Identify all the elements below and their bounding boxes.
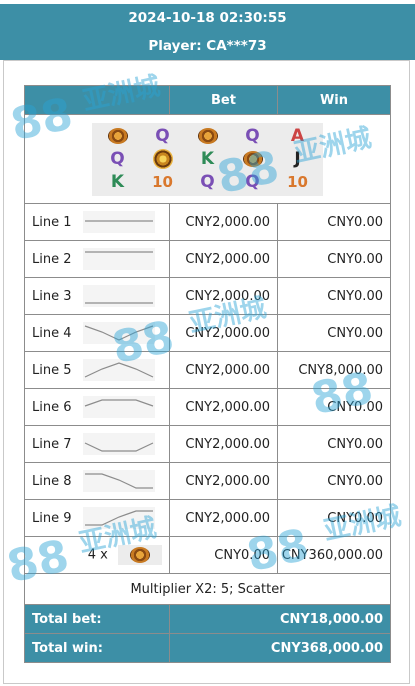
multiplier-text: Multiplier X2: 5; Scatter [24,573,391,605]
line-row: Line 1 CNY2,000.00 CNY0.00 [24,203,391,241]
q-symbol: Q [155,126,170,146]
line-label: Line 5 [24,351,83,389]
scatter-win: CNY360,000.00 [277,536,391,574]
line-bet: CNY2,000.00 [169,499,278,537]
payline-pattern [83,499,170,537]
line-label: Line 4 [24,314,83,352]
line-row: Line 3 CNY2,000.00 CNY0.00 [24,277,391,315]
line-win: CNY0.00 [277,499,391,537]
line-bet: CNY2,000.00 [169,203,278,241]
line-bet: CNY2,000.00 [169,240,278,278]
line-row: Line 5 CNY2,000.00 CNY8,000.00 [24,351,391,389]
line-row: Line 6 CNY2,000.00 CNY0.00 [24,388,391,426]
coin-symbol-icon [230,148,275,171]
payline-icon [83,285,155,307]
line-win: CNY0.00 [277,314,391,352]
win-column-header: Win [277,85,391,115]
total-win-row: Total win: CNY368,000.00 [24,633,391,663]
line-label: Line 8 [24,462,83,500]
ten-symbol: 10 [152,173,173,191]
payline-icon [83,248,155,270]
coin-symbol-icon [95,125,140,148]
multiplier-row: Multiplier X2: 5; Scatter [24,573,391,605]
line-win: CNY0.00 [277,462,391,500]
k-symbol: K [110,172,125,192]
line-row: Line 7 CNY2,000.00 CNY0.00 [24,425,391,463]
line-label: Line 6 [24,388,83,426]
line-bet: CNY2,000.00 [169,425,278,463]
blank-header-cell [24,85,170,115]
payline-icon [83,211,155,233]
payline-pattern [83,277,170,315]
q-symbol: Q [245,172,260,192]
scatter-symbol-icon [118,545,162,565]
scatter-row: 4 x CNY0.00 CNY360,000.00 [24,536,391,574]
payline-pattern [83,351,170,389]
payline-pattern [83,462,170,500]
line-win: CNY0.00 [277,203,391,241]
k-symbol: K [200,149,215,169]
reel-grid: Q Q A Q K J K 10 Q Q 10 [92,122,323,196]
line-row: Line 2 CNY2,000.00 CNY0.00 [24,240,391,278]
payline-icon [83,359,155,381]
line-label: Line 7 [24,425,83,463]
line-label: Line 9 [24,499,83,537]
line-win: CNY8,000.00 [277,351,391,389]
line-win: CNY0.00 [277,277,391,315]
scatter-cell: 4 x [24,536,170,574]
line-win: CNY0.00 [277,240,391,278]
payline-pattern [83,425,170,463]
coin-symbol-icon [185,125,230,148]
bet-column-header: Bet [169,85,278,115]
line-bet: CNY2,000.00 [169,314,278,352]
reels-row: Q Q A Q K J K 10 Q Q 10 [24,114,391,204]
q-symbol: Q [110,149,125,169]
line-row: Line 4 CNY2,000.00 CNY0.00 [24,314,391,352]
payline-icon [83,507,155,529]
payline-pattern [83,240,170,278]
q-symbol: Q [245,126,260,146]
scatter-bet: CNY0.00 [169,536,278,574]
datetime-header: 2024-10-18 02:30:55 [0,4,415,32]
total-bet-value: CNY18,000.00 [169,604,391,634]
q-symbol: Q [200,172,215,192]
total-bet-label: Total bet: [24,604,170,634]
ten-symbol: 10 [287,173,308,191]
line-label: Line 2 [24,240,83,278]
payline-icon [83,433,155,455]
reels-cell: Q Q A Q K J K 10 Q Q 10 [24,114,391,204]
j-symbol: J [294,149,301,169]
scatter-count: 4 x [87,547,108,563]
total-win-label: Total win: [24,633,170,663]
line-win: CNY0.00 [277,425,391,463]
payline-icon [83,470,155,492]
payline-icon [83,322,155,344]
line-bet: CNY2,000.00 [169,388,278,426]
line-row: Line 8 CNY2,000.00 CNY0.00 [24,462,391,500]
payline-icon [83,396,155,418]
a-symbol: A [290,126,305,146]
player-header: Player: CA***73 [0,32,415,60]
line-bet: CNY2,000.00 [169,277,278,315]
line-bet: CNY2,000.00 [169,462,278,500]
line-label: Line 3 [24,277,83,315]
table-header-row: Bet Win [24,85,391,115]
payline-pattern [83,388,170,426]
total-win-value: CNY368,000.00 [169,633,391,663]
line-win: CNY0.00 [277,388,391,426]
results-table: Bet Win Q Q A Q K J K 10 Q Q 10 Line 1 CNY2,000.00 C… [24,85,391,663]
sun-symbol-icon [140,148,185,171]
line-bet: CNY2,000.00 [169,351,278,389]
payline-pattern [83,203,170,241]
total-bet-row: Total bet: CNY18,000.00 [24,604,391,634]
line-row: Line 9 CNY2,000.00 CNY0.00 [24,499,391,537]
line-label: Line 1 [24,203,83,241]
payline-pattern [83,314,170,352]
